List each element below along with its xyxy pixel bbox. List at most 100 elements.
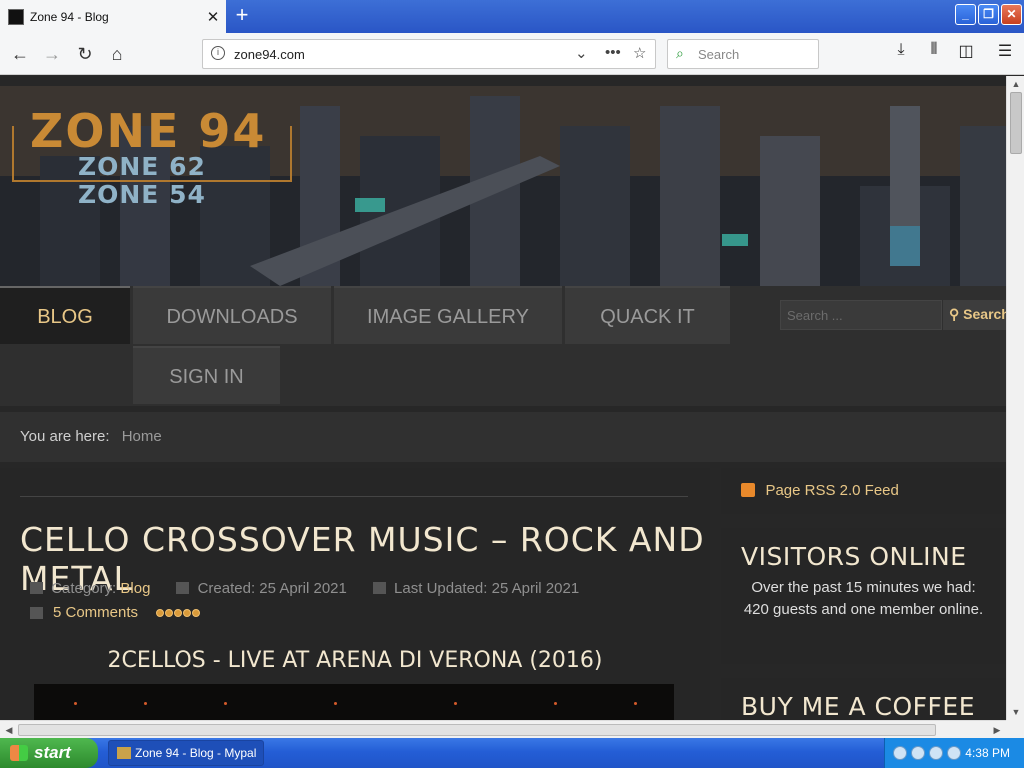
- logo-sub-zone-54: ZONE 54: [78, 180, 206, 209]
- url-text[interactable]: zone94.com: [234, 47, 305, 62]
- sidebar-icon[interactable]: ◫: [953, 41, 979, 61]
- scroll-corner: [1006, 720, 1024, 738]
- reload-icon[interactable]: ↻: [71, 40, 99, 68]
- search-placeholder: Search: [698, 47, 740, 62]
- site-search-button[interactable]: ⚲ Search: [943, 300, 1006, 330]
- tab-title: Zone 94 - Blog: [30, 9, 109, 24]
- close-tab-icon[interactable]: ✕: [200, 8, 226, 26]
- nav-sign-in[interactable]: SIGN IN: [133, 346, 280, 404]
- site-favicon-icon: [8, 8, 24, 25]
- main-nav: BLOG DOWNLOADS IMAGE GALLERY QUACK IT SI…: [0, 286, 1006, 406]
- search-icon: ⌕: [676, 45, 684, 61]
- browser-search-input[interactable]: ⌕ Search: [667, 39, 819, 69]
- article-comments: 5 Comments: [30, 604, 201, 621]
- clock: 4:38 PM: [965, 746, 1010, 760]
- close-window-button[interactable]: ✕: [1001, 4, 1022, 25]
- buy-coffee-box: BUY ME A COFFEE: [721, 678, 1006, 720]
- search-icon: ⚲: [949, 306, 960, 322]
- nav-downloads[interactable]: DOWNLOADS: [133, 286, 331, 344]
- scroll-down-icon[interactable]: ▼: [1008, 704, 1024, 720]
- back-icon[interactable]: ←: [6, 40, 34, 68]
- rating-star-icon: [156, 608, 165, 617]
- new-tab-button[interactable]: +: [230, 4, 254, 28]
- visitors-heading: VISITORS ONLINE: [741, 542, 967, 571]
- updated-date: Last Updated: 25 April 2021: [394, 580, 580, 597]
- site-logo[interactable]: ZONE 94: [30, 104, 266, 158]
- visitors-online-box: VISITORS ONLINE Over the past 15 minutes…: [721, 528, 1006, 664]
- article: CELLO CROSSOVER MUSIC – ROCK AND METAL C…: [0, 468, 710, 720]
- article-category: Category: Blog: [30, 580, 150, 597]
- windows-logo-icon: [10, 745, 28, 761]
- site-info-icon[interactable]: i: [211, 46, 225, 60]
- rss-feed-link[interactable]: Page RSS 2.0 Feed: [765, 482, 898, 499]
- search-button-label: Search: [963, 306, 1006, 322]
- visitors-text: Over the past 15 minutes we had: 420 gue…: [743, 579, 984, 618]
- nav-quack-it[interactable]: QUACK IT: [565, 286, 730, 344]
- start-label: start: [34, 743, 71, 762]
- bookmark-star-icon[interactable]: ☆: [633, 44, 646, 62]
- folder-icon: [30, 582, 43, 594]
- address-bar[interactable]: i zone94.com ⌄ ••• ☆: [202, 39, 656, 69]
- vertical-scrollbar[interactable]: ▲ ▼: [1006, 76, 1024, 720]
- article-meta: Category: Blog Created: 25 April 2021 La…: [30, 580, 579, 597]
- rating-star-icon: [174, 608, 183, 617]
- tab-strip: Zone 94 - Blog ✕ + _ ❐ ✕: [0, 0, 1024, 33]
- home-icon[interactable]: ⌂: [103, 40, 131, 68]
- site-search-input[interactable]: Search ...: [780, 300, 942, 330]
- scroll-right-icon[interactable]: ▶: [988, 721, 1006, 739]
- coffee-heading: BUY ME A COFFEE: [741, 692, 976, 720]
- forward-icon[interactable]: →: [38, 40, 66, 68]
- article-created: Created: 25 April 2021: [176, 580, 347, 597]
- rss-box: Page RSS 2.0 Feed: [721, 468, 1006, 514]
- start-button[interactable]: start: [0, 738, 98, 768]
- comment-icon: [30, 606, 43, 619]
- page-viewport: ZONE 94 ZONE 62 ZONE 54 BLOG DOWNLOADS I…: [0, 76, 1006, 720]
- comments-link[interactable]: 5 Comments: [53, 604, 138, 621]
- security-icon[interactable]: [929, 746, 943, 760]
- breadcrumb: You are here: Home: [0, 412, 1006, 462]
- nav-blog[interactable]: BLOG: [0, 286, 130, 344]
- network-icon[interactable]: [893, 746, 907, 760]
- scroll-left-icon[interactable]: ◀: [0, 721, 18, 739]
- menu-icon[interactable]: ☰: [992, 41, 1018, 61]
- breadcrumb-home-link[interactable]: Home: [122, 428, 162, 445]
- calendar-icon: [372, 582, 386, 594]
- taskbar: start Zone 94 - Blog - Mypal 4:38 PM: [0, 738, 1024, 768]
- scroll-up-icon[interactable]: ▲: [1008, 76, 1024, 92]
- category-link[interactable]: Blog: [120, 580, 150, 597]
- mypal-icon: [117, 747, 131, 759]
- taskbar-window-button[interactable]: Zone 94 - Blog - Mypal: [108, 740, 264, 766]
- volume-icon[interactable]: [911, 746, 925, 760]
- window-controls: _ ❐ ✕: [955, 4, 1022, 25]
- system-tray: 4:38 PM: [884, 738, 1024, 768]
- breadcrumb-label: You are here:: [20, 428, 110, 445]
- page-actions-icon[interactable]: •••: [605, 44, 621, 61]
- rss-icon: [741, 483, 755, 497]
- minimize-button[interactable]: _: [955, 4, 976, 25]
- taskbar-window-label: Zone 94 - Blog - Mypal: [135, 746, 257, 760]
- video-title: 2CELLOS - LIVE AT ARENA DI VERONA (2016): [107, 648, 603, 673]
- video-player[interactable]: [34, 684, 674, 720]
- rating-star-icon: [183, 608, 192, 617]
- divider: [20, 496, 688, 497]
- logo-sub-zone-62: ZONE 62: [78, 152, 206, 181]
- library-icon[interactable]: ⫴: [921, 41, 947, 59]
- category-label: Category:: [51, 580, 117, 597]
- calendar-icon: [176, 582, 190, 594]
- nav-image-gallery[interactable]: IMAGE GALLERY: [334, 286, 562, 344]
- created-date: Created: 25 April 2021: [197, 580, 347, 597]
- browser-tab[interactable]: Zone 94 - Blog ✕: [0, 0, 226, 33]
- site-banner: ZONE 94 ZONE 62 ZONE 54: [0, 86, 1006, 286]
- rating-stars[interactable]: [156, 608, 201, 617]
- download-icon[interactable]: ⤓: [888, 41, 914, 59]
- chevron-down-icon[interactable]: ⌄: [575, 44, 588, 62]
- rating-star-icon: [165, 608, 174, 617]
- browser-toolbar: ← → ↻ ⌂ i zone94.com ⌄ ••• ☆ ⌕ Search ⤓ …: [0, 33, 1024, 75]
- scrollbar-thumb[interactable]: [1010, 92, 1022, 154]
- rating-star-icon: [192, 608, 201, 617]
- update-icon[interactable]: [947, 746, 961, 760]
- scrollbar-thumb[interactable]: [18, 724, 936, 736]
- horizontal-scrollbar[interactable]: ◀ ▶: [0, 720, 1006, 738]
- article-updated: Last Updated: 25 April 2021: [372, 580, 580, 597]
- maximize-button[interactable]: ❐: [978, 4, 999, 25]
